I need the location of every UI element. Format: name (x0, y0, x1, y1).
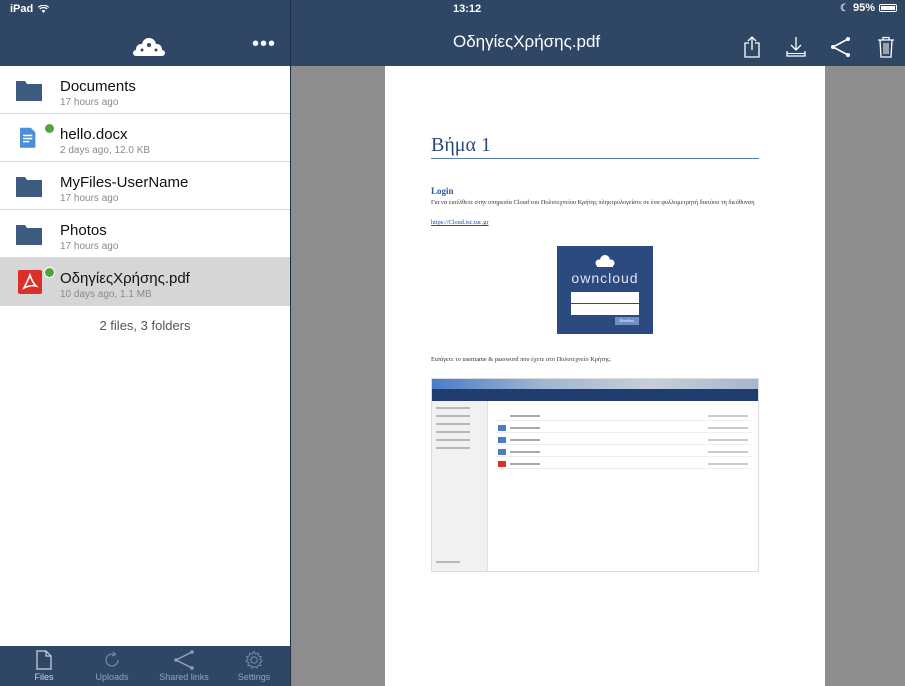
file-icon (36, 650, 52, 670)
open-in-icon[interactable] (741, 36, 763, 58)
battery-percent: 95% (852, 2, 875, 14)
file-name: hello.docx (60, 126, 128, 143)
heading-rule (431, 158, 759, 159)
file-name: MyFiles-UserName (60, 174, 189, 191)
share-icon (174, 650, 194, 670)
pdf-heading: Βήμα 1 (431, 134, 491, 156)
pdf-subheading: Login (431, 186, 454, 196)
download-icon[interactable] (785, 36, 807, 58)
gear-icon (245, 650, 264, 669)
owncloud-cloud-icon (595, 255, 615, 267)
folder-icon (16, 177, 42, 197)
pdf-icon (18, 270, 42, 294)
tab-uploads[interactable]: Uploads (82, 650, 142, 686)
tab-shared-links[interactable]: Shared links (154, 650, 214, 686)
trash-icon[interactable] (875, 36, 897, 58)
file-row-myfiles-username[interactable]: MyFiles-UserName 17 hours ago (0, 162, 290, 210)
battery-icon (879, 4, 897, 12)
web-header (432, 389, 758, 401)
file-name: Documents (60, 78, 136, 95)
more-menu-button[interactable]: ••• (252, 34, 276, 54)
share-icon[interactable] (829, 36, 851, 58)
file-row-odigies-pdf[interactable]: ΟδηγίεςΧρήσης.pdf 10 days ago, 1.1 MB (0, 258, 290, 306)
web-sidebar (432, 401, 488, 571)
file-name: ΟδηγίεςΧρήσης.pdf (60, 270, 190, 287)
file-row-documents[interactable]: Documents 17 hours ago (0, 66, 290, 114)
synced-check-icon (44, 123, 55, 134)
web-file-row (496, 435, 752, 445)
file-meta: 10 days ago, 1.1 MB (60, 289, 152, 300)
username-field (571, 292, 639, 303)
folder-icon (16, 81, 42, 101)
pdf-page[interactable]: Βήμα 1 Login Για να εισέλθετε στην υπηρε… (385, 66, 825, 686)
file-meta: 2 days ago, 12.0 KB (60, 145, 151, 156)
file-row-hello-docx[interactable]: hello.docx 2 days ago, 12.0 KB (0, 114, 290, 162)
refresh-icon (105, 651, 119, 667)
owncloud-logo-icon (133, 38, 165, 56)
file-list: Documents 17 hours ago hello.docx 2 days… (0, 66, 290, 306)
status-device: iPad (10, 3, 50, 15)
web-file-row (496, 459, 752, 469)
web-file-row (496, 411, 752, 421)
owncloud-web-screenshot (431, 378, 759, 572)
document-title: ΟδηγίεςΧρήσης.pdf (453, 32, 601, 51)
tab-label: Settings (237, 672, 271, 682)
file-meta: 17 hours ago (60, 97, 119, 108)
browser-tabs (432, 379, 758, 389)
tab-label: Files (34, 672, 54, 682)
right-header: 13:12 ☾ 95% ΟδηγίεςΧρήσης.pdf (291, 0, 905, 66)
pdf-link[interactable]: https://Cloud.isc.tuc.gr (431, 219, 489, 226)
folder-icon (16, 225, 42, 245)
device-label: iPad (10, 3, 34, 15)
file-row-photos[interactable]: Photos 17 hours ago (0, 210, 290, 258)
document-viewer-pane: 13:12 ☾ 95% ΟδηγίεςΧρήσης.pdf Βήμα 1 Log… (291, 0, 905, 686)
file-browser-pane: iPad ••• Documents 17 hours ago hello.do… (0, 0, 290, 686)
status-time: 13:12 (453, 3, 482, 15)
file-name: Photos (60, 222, 107, 239)
pdf-paragraph: Για να εισέλθετε στην υπηρεσία Cloud του… (431, 199, 755, 206)
web-file-row (496, 423, 752, 433)
tab-label: Shared links (159, 672, 209, 682)
web-file-row (496, 447, 752, 457)
pdf-paragraph-2: Εισάγετε το username & password που έχετ… (431, 356, 612, 363)
tab-label: Uploads (95, 672, 129, 682)
folder-summary: 2 files, 3 folders (99, 318, 191, 333)
tab-files[interactable]: Files (14, 650, 74, 686)
password-field (571, 304, 639, 315)
moon-icon: ☾ (840, 2, 849, 14)
file-meta: 17 hours ago (60, 241, 119, 252)
login-button: Είσοδος (615, 317, 639, 325)
wifi-icon (38, 4, 50, 13)
synced-check-icon (44, 267, 55, 278)
file-meta: 17 hours ago (60, 193, 119, 204)
tab-bar: Files Uploads Shared links Settings (0, 646, 290, 686)
left-header: iPad ••• (0, 0, 290, 66)
owncloud-login-image: owncloud Είσοδος (557, 246, 653, 334)
status-battery: ☾ 95% (840, 2, 897, 14)
document-icon (20, 127, 36, 148)
owncloud-wordmark: owncloud (571, 270, 639, 286)
tab-settings[interactable]: Settings (224, 650, 284, 686)
